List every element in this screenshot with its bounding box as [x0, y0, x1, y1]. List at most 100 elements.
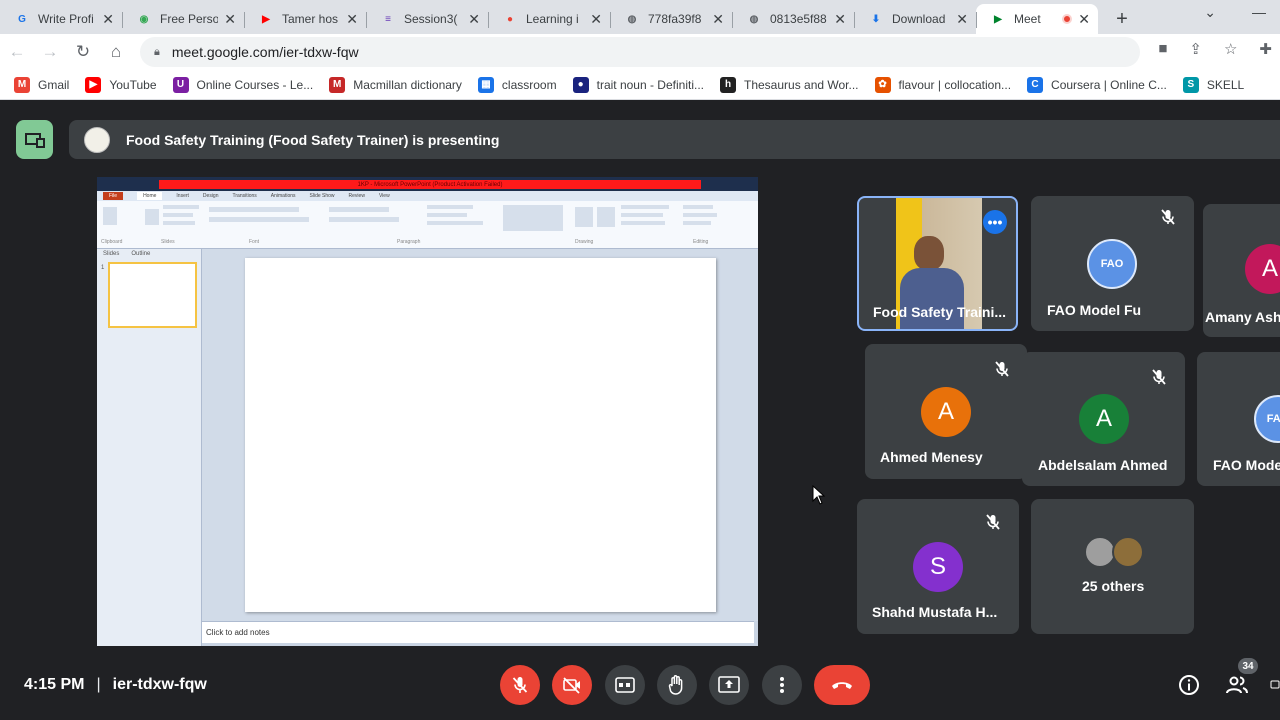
- participant-tile-ahmed[interactable]: A Ahmed Menesy: [865, 344, 1027, 479]
- ppt-tab-outline: Outline: [131, 251, 151, 257]
- browser-tab[interactable]: ◍ 0813e5f88 ✕: [732, 4, 854, 34]
- close-tab-icon[interactable]: ✕: [102, 11, 114, 28]
- close-tab-icon[interactable]: ✕: [346, 11, 358, 28]
- close-tab-icon[interactable]: ✕: [1078, 11, 1090, 28]
- people-count-badge: 34: [1238, 658, 1258, 674]
- browser-tab[interactable]: ≡ Session3(✕: [366, 4, 488, 34]
- bookmark-label: Gmail: [38, 77, 70, 92]
- mic-off-button[interactable]: [500, 665, 540, 705]
- browser-tab-strip: G Write Profi ✕ ◉ Free Perso ✕ ▶ Tamer hos ✕ ≡ Ses…: [0, 0, 1280, 34]
- browser-tab[interactable]: ▶ Meet ✕: [976, 4, 1098, 34]
- share-icon[interactable]: ⇪: [1189, 40, 1202, 58]
- tab-search-chevron-icon[interactable]: ⌄: [1204, 4, 1216, 21]
- bookmark-item[interactable]: ● trait noun - Definiti...: [572, 76, 704, 93]
- ppt-activation-bar: 1KP - Microsoft PowerPoint (Product Acti…: [159, 180, 701, 189]
- url-omnibox[interactable]: 🔒︎ meet.google.com/ier-tdxw-fqw: [140, 37, 1140, 67]
- google-icon: G: [18, 13, 26, 25]
- participant-tile-shahd[interactable]: S Shahd Mustafa H...: [857, 499, 1019, 634]
- extensions-puzzle-icon[interactable]: ✚: [1259, 40, 1272, 58]
- more-vert-icon: [780, 677, 784, 693]
- close-tab-icon[interactable]: ✕: [224, 11, 236, 28]
- others-avatar-2: [1112, 536, 1144, 568]
- participant-name: FAO Model Fu: [1047, 302, 1142, 318]
- browser-tab[interactable]: ◉ Free Perso ✕: [122, 4, 244, 34]
- lock-icon[interactable]: 🔒︎: [154, 46, 160, 59]
- close-tab-icon[interactable]: ✕: [712, 11, 724, 28]
- captions-button[interactable]: [605, 665, 645, 705]
- ppt-ribbon-tab: Slide Show: [309, 193, 335, 199]
- ppt-ribbon-group-label: Paragraph: [397, 239, 421, 245]
- participant-tile-abdelsalam[interactable]: A Abdelsalam Ahmed: [1022, 352, 1185, 486]
- camera-off-button[interactable]: [552, 665, 592, 705]
- participant-tile-presenter[interactable]: ••• Food Safety Traini...: [857, 196, 1018, 331]
- ppt-ribbon-group-label: Drawing: [575, 239, 594, 245]
- bookmark-label: classroom: [501, 77, 557, 92]
- bookmark-item[interactable]: S SKELL: [1182, 76, 1244, 93]
- bookmark-favicon-icon: U: [172, 76, 189, 93]
- mic-off-icon: [512, 677, 528, 693]
- bookmark-label: trait noun - Definiti...: [596, 77, 704, 92]
- raise-hand-button[interactable]: [657, 665, 697, 705]
- ppt-tab-slides: Slides: [103, 251, 120, 257]
- participant-tile-others[interactable]: 25 others: [1031, 499, 1194, 634]
- browser-tab[interactable]: ⬇ Download ✕: [854, 4, 976, 34]
- shared-screen: 1KP - Microsoft PowerPoint (Product Acti…: [97, 177, 758, 646]
- participant-tile-fao-1[interactable]: FAO FAO Model Fu: [1031, 196, 1194, 331]
- tab-label: Meet: [1014, 12, 1041, 26]
- bookmark-favicon-icon: M: [329, 76, 346, 93]
- ppt-ribbon-tab: Transitions: [232, 193, 257, 199]
- ppt-ribbon: Clipboard Slides Font Paragraph Drawing Editi…: [97, 201, 758, 249]
- close-tab-icon[interactable]: ✕: [468, 11, 480, 28]
- bookmark-label: flavour | collocation...: [898, 77, 1012, 92]
- minimize-icon[interactable]: —: [1252, 4, 1266, 21]
- forward-arrow-icon[interactable]: →: [34, 36, 66, 68]
- close-tab-icon[interactable]: ✕: [956, 11, 968, 28]
- bookmark-item[interactable]: ▶ YouTube: [85, 76, 157, 93]
- muted-mic-icon: [984, 513, 1002, 531]
- participant-name: Ahmed Menesy: [880, 449, 983, 465]
- browser-tab[interactable]: ◍ 778fa39f8 ✕: [610, 4, 732, 34]
- home-icon[interactable]: ⌂: [100, 36, 132, 68]
- bookmark-item[interactable]: M Gmail: [14, 76, 70, 93]
- participant-tile-fao-2[interactable]: FAO FAO Mode: [1197, 352, 1280, 486]
- ppt-thumb-number: 1: [101, 265, 105, 271]
- bookmark-star-icon[interactable]: ☆: [1224, 40, 1237, 58]
- ppt-slide-canvas: [245, 258, 716, 612]
- presentation-layout-icon[interactable]: [16, 120, 53, 159]
- more-options-icon[interactable]: •••: [983, 210, 1007, 234]
- meet-icon: ▶: [994, 13, 1002, 25]
- ppt-ribbon-group-label: Clipboard: [101, 239, 123, 245]
- ppt-ribbon-tab: Review: [348, 193, 365, 199]
- fao-logo-icon: FAO: [1087, 239, 1137, 289]
- close-tab-icon[interactable]: ✕: [590, 11, 602, 28]
- bookmark-item[interactable]: ✿ flavour | collocation...: [874, 76, 1012, 93]
- meeting-details-button[interactable]: [1177, 673, 1201, 697]
- people-icon: [1226, 676, 1248, 694]
- presenting-text: Food Safety Training (Food Safety Traine…: [126, 131, 500, 148]
- camera-indicator-icon[interactable]: ■: [1158, 40, 1167, 58]
- more-options-button[interactable]: [762, 665, 802, 705]
- browser-tab[interactable]: G Write Profi ✕: [0, 4, 122, 34]
- recording-dot-icon: [1062, 14, 1073, 24]
- browser-tab[interactable]: ● Learning i ✕: [488, 4, 610, 34]
- bookmark-item[interactable]: U Online Courses - Le...: [172, 76, 313, 93]
- reload-icon[interactable]: ↻: [67, 36, 99, 68]
- ppt-ribbon-tab: Animations: [270, 193, 296, 199]
- browser-tab[interactable]: ▶ Tamer hos ✕: [244, 4, 366, 34]
- bookmark-item[interactable]: h Thesaurus and Wor...: [720, 76, 859, 93]
- back-arrow-icon[interactable]: ←: [1, 36, 33, 68]
- bookmark-item[interactable]: ▦ classroom: [477, 76, 557, 93]
- bookmark-item[interactable]: M Macmillan dictionary: [329, 76, 462, 93]
- bookmark-item[interactable]: C Coursera | Online C...: [1027, 76, 1167, 93]
- chat-button[interactable]: [1270, 673, 1280, 697]
- leave-call-button[interactable]: [814, 665, 870, 705]
- bookmark-favicon-icon: ▶: [85, 76, 102, 93]
- chat-icon: [1270, 680, 1280, 689]
- participant-tile-amany[interactable]: A Amany Ash: [1203, 204, 1280, 337]
- close-tab-icon[interactable]: ✕: [834, 11, 846, 28]
- new-tab-icon[interactable]: +: [1108, 4, 1136, 34]
- present-now-button[interactable]: [709, 665, 749, 705]
- youtube-icon: ▶: [262, 13, 270, 25]
- people-button[interactable]: [1225, 673, 1249, 697]
- separator: |: [96, 676, 101, 693]
